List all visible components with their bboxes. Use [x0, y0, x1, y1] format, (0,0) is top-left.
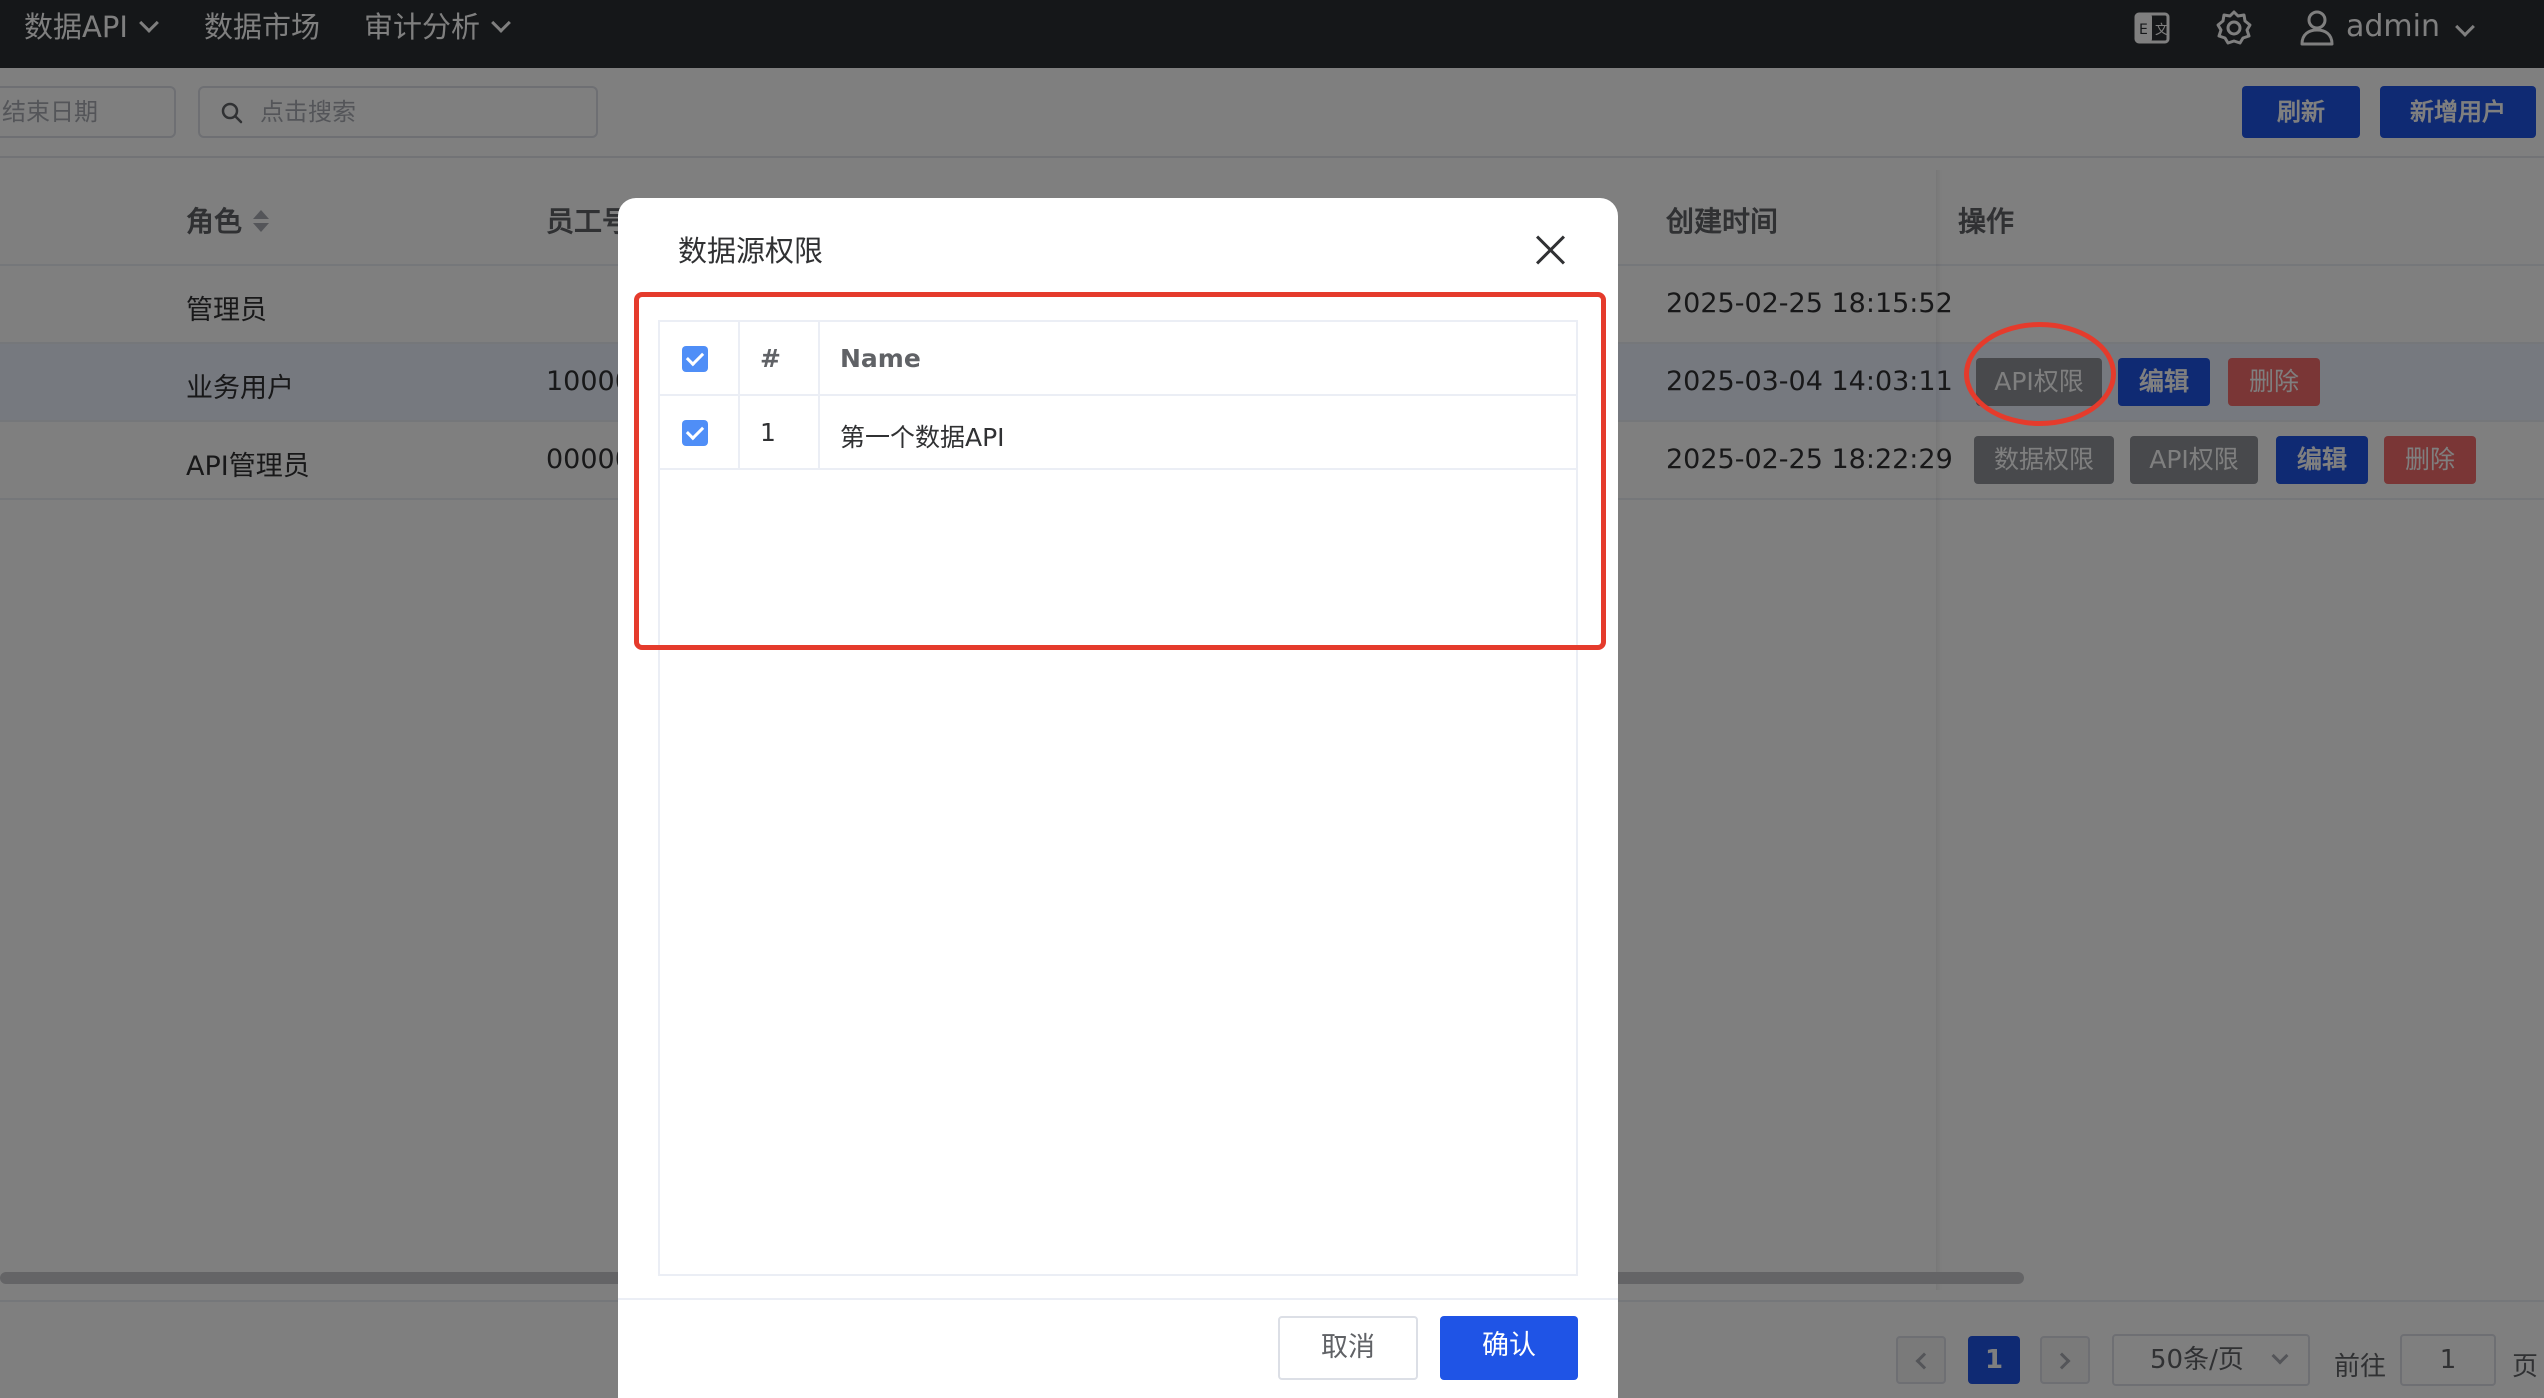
confirm-button[interactable]: 确认	[1440, 1316, 1578, 1380]
close-icon[interactable]	[1534, 234, 1566, 266]
annotation-highlight-oval	[1964, 322, 2116, 426]
annotation-highlight-rect	[634, 292, 1606, 650]
dialog-footer-divider	[618, 1298, 1618, 1300]
dialog-title: 数据源权限	[678, 234, 824, 268]
cancel-button[interactable]: 取消	[1278, 1316, 1418, 1380]
